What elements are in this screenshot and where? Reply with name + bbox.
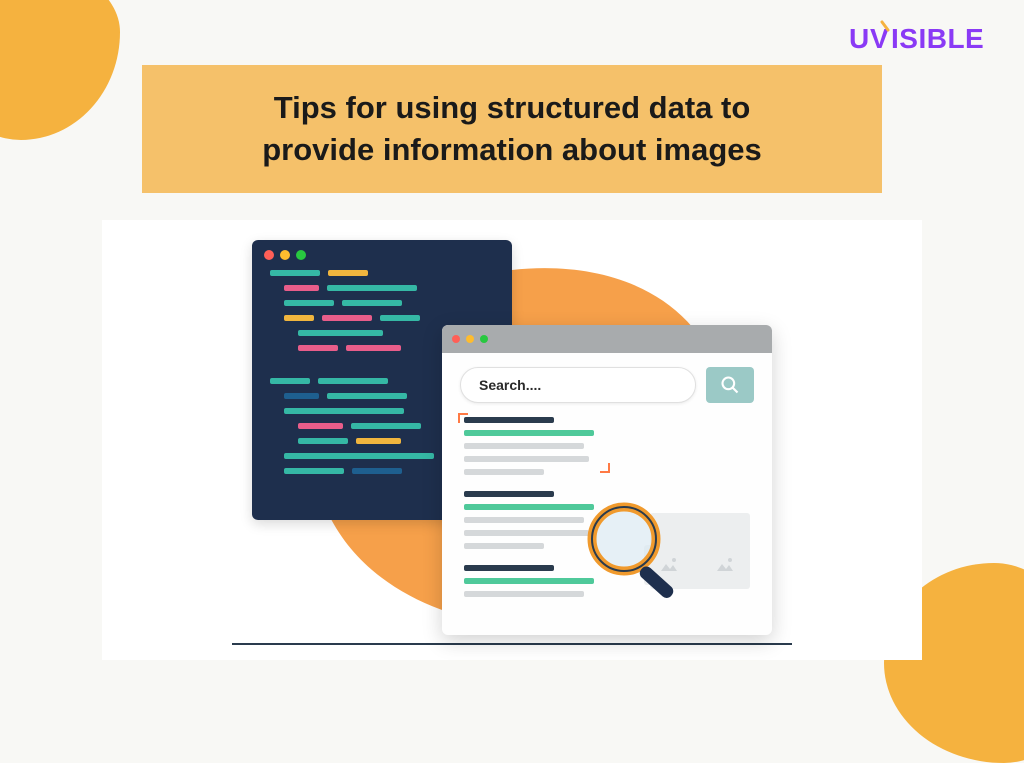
title-banner: Tips for using structured data to provid… (142, 65, 882, 193)
search-button[interactable] (706, 367, 754, 403)
close-dot-icon (264, 250, 274, 260)
minimize-dot-icon (280, 250, 290, 260)
decorative-blob-top-left (0, 0, 120, 140)
maximize-dot-icon (296, 250, 306, 260)
result-item (464, 417, 604, 475)
brand-logo: U V ISIBLE (849, 18, 994, 61)
illustration-card: Search.... (102, 220, 922, 660)
browser-window: Search.... (442, 325, 772, 635)
window-controls (252, 240, 512, 270)
search-input[interactable]: Search.... (460, 367, 696, 403)
image-placeholder (700, 545, 750, 585)
title-line-1: Tips for using structured data to (274, 90, 751, 125)
close-dot-icon (452, 335, 460, 343)
search-row: Search.... (442, 353, 772, 417)
svg-text:ISIBLE: ISIBLE (891, 23, 984, 54)
minimize-dot-icon (466, 335, 474, 343)
search-results (442, 417, 772, 597)
title-line-2: provide information about images (262, 132, 762, 167)
maximize-dot-icon (480, 335, 488, 343)
browser-titlebar (442, 325, 772, 353)
page-title: Tips for using structured data to provid… (182, 87, 842, 171)
search-icon (720, 375, 740, 395)
baseline-divider (232, 643, 792, 645)
search-placeholder: Search.... (479, 377, 541, 393)
svg-text:U: U (849, 23, 870, 54)
magnifying-glass-icon (582, 497, 692, 607)
image-icon (713, 555, 737, 575)
